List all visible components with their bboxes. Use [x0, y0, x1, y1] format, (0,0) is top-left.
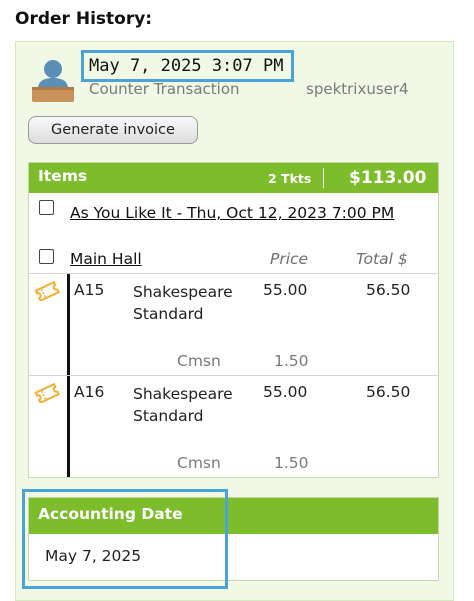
event-checkbox[interactable] [39, 200, 54, 215]
generate-invoice-button[interactable]: Generate invoice [28, 116, 198, 144]
items-header: Items 2 Tkts $113.00 [29, 163, 438, 193]
customer-avatar-icon [32, 60, 74, 102]
commission-label: Cmsn [177, 352, 221, 370]
ticket-row[interactable]: A16 Shakespeare Standard 55.00 56.50 Cms… [29, 376, 438, 477]
transaction-user: spektrixuser4 [306, 80, 409, 98]
ticket-bar [67, 376, 70, 477]
page-title: Order History: [15, 9, 153, 29]
price-type: Shakespeare Standard [133, 283, 233, 323]
items-section: Items 2 Tkts $113.00 As You Like It - Th… [28, 162, 439, 478]
venue-checkbox[interactable] [39, 249, 54, 264]
ticket-price: 55.00 [263, 281, 308, 299]
seat-label: A16 [74, 383, 105, 401]
transaction-type: Counter Transaction [89, 80, 240, 98]
header-separator [323, 168, 324, 188]
venue-link[interactable]: Main Hall [70, 250, 142, 268]
ticket-total: 56.50 [366, 281, 411, 299]
items-title: Items [38, 167, 88, 185]
commission-value: 1.50 [274, 454, 309, 472]
seat-label: A15 [74, 281, 105, 299]
price-column-header: Price [270, 250, 309, 268]
ticket-icon [34, 383, 60, 403]
ticket-row[interactable]: A15 Shakespeare Standard 55.00 56.50 Cms… [29, 274, 438, 375]
accounting-date-section: Accounting Date May 7, 2025 [28, 497, 439, 581]
ticket-total: 56.50 [366, 383, 411, 401]
transaction-timestamp: May 7, 2025 3:07 PM [81, 50, 294, 82]
total-column-header: Total $ [356, 250, 408, 268]
price-type: Shakespeare Standard [133, 385, 233, 425]
commission-value: 1.50 [274, 352, 309, 370]
event-link[interactable]: As You Like It - Thu, Oct 12, 2023 7:00 … [70, 202, 430, 224]
ticket-price: 55.00 [263, 383, 308, 401]
ticket-bar [67, 274, 70, 375]
ticket-count: 2 Tkts [268, 171, 312, 186]
order-total: $113.00 [349, 168, 427, 188]
accounting-title: Accounting Date [38, 505, 183, 523]
accounting-header: Accounting Date [29, 498, 438, 534]
commission-label: Cmsn [177, 454, 221, 472]
ticket-icon [34, 281, 60, 301]
accounting-date: May 7, 2025 [45, 547, 142, 565]
